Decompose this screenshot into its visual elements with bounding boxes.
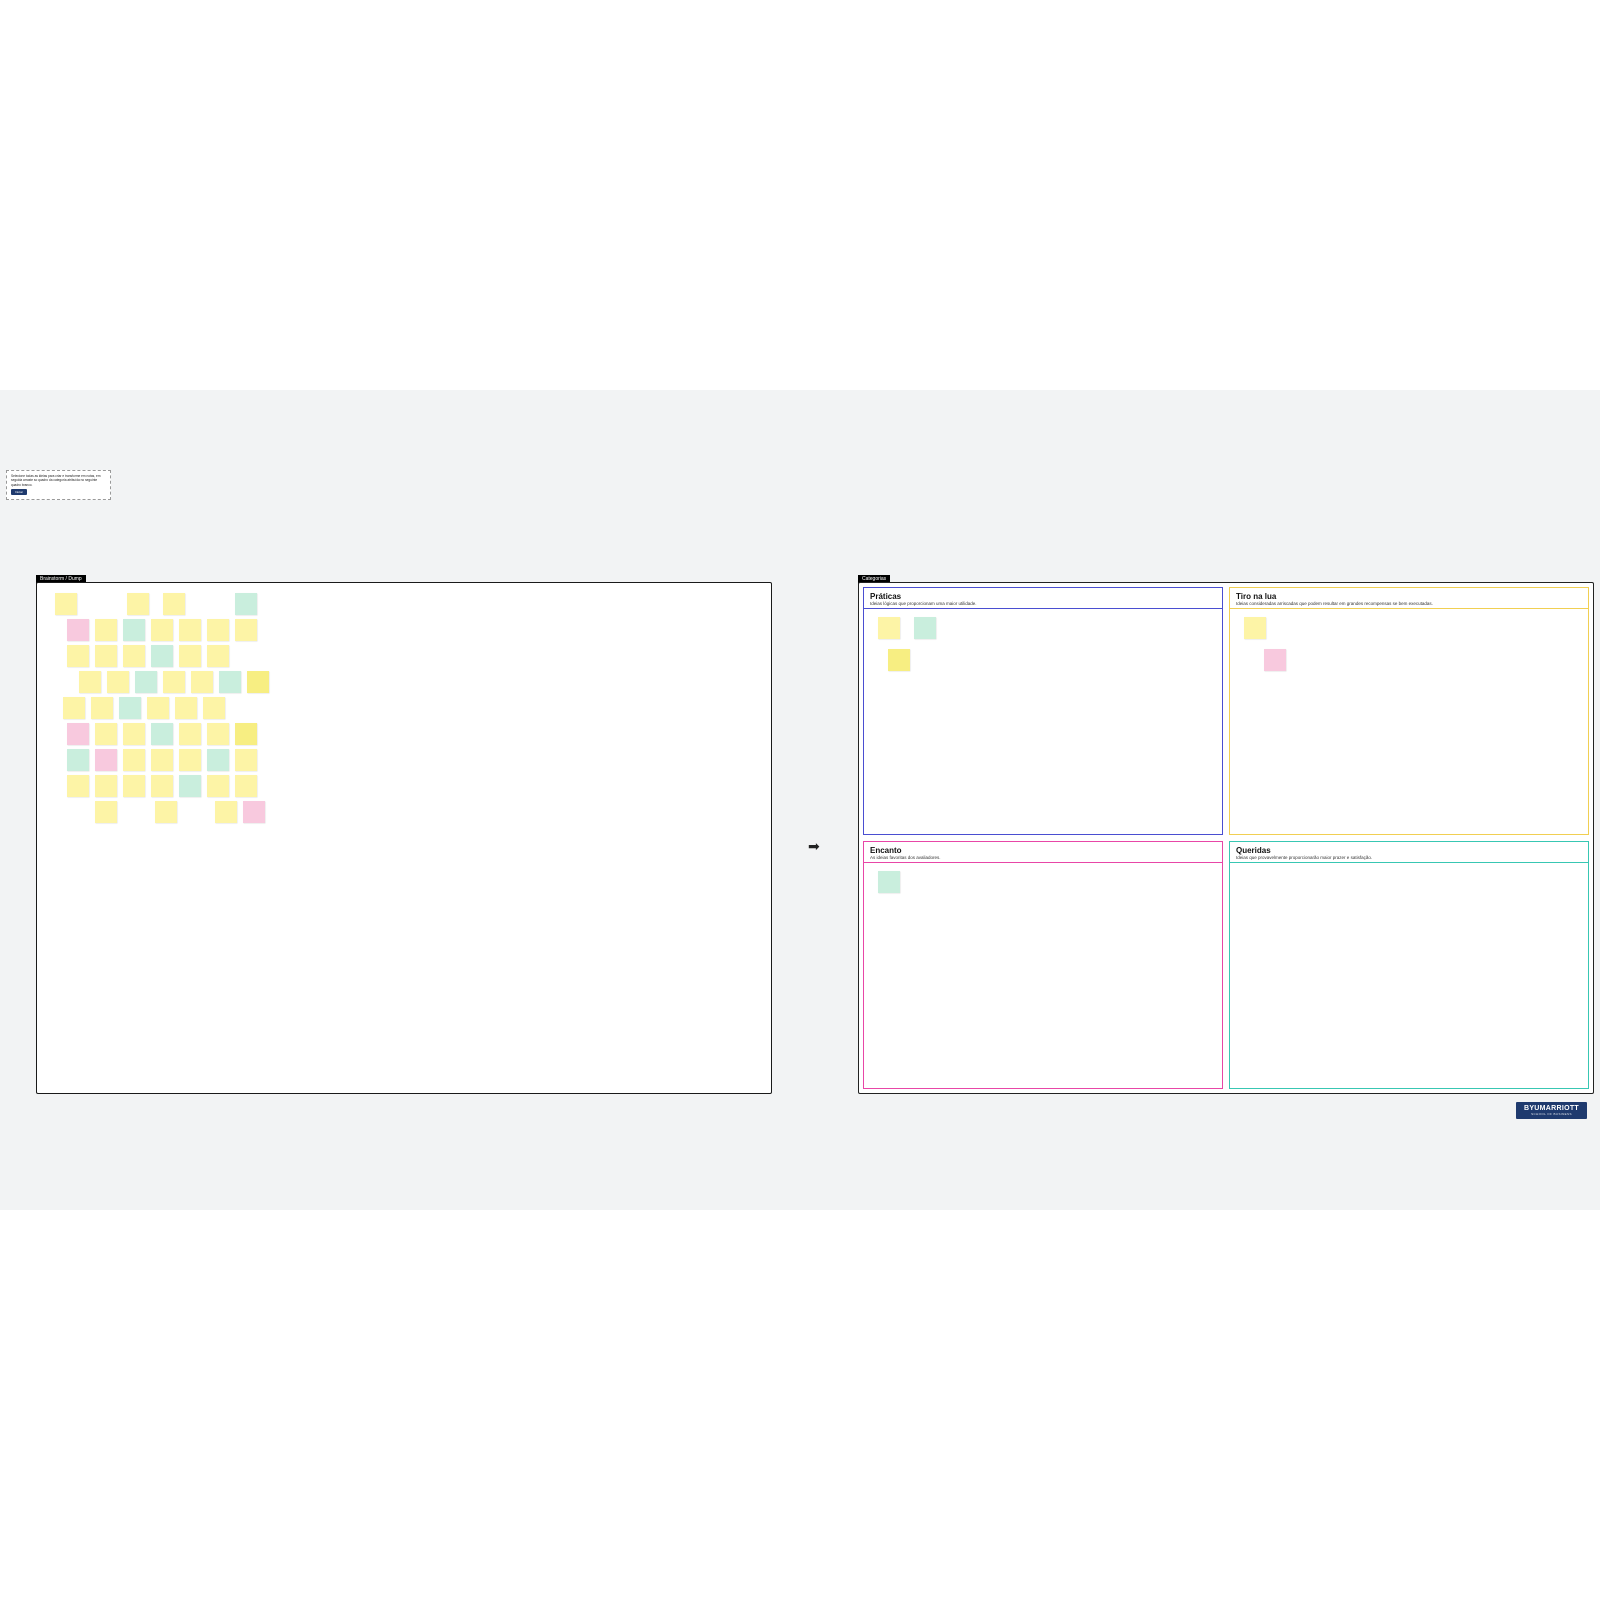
- sticky-note[interactable]: [235, 749, 257, 771]
- sticky-note[interactable]: [155, 801, 177, 823]
- brand-main: BYUMARRIOTT: [1524, 1105, 1579, 1112]
- brand-badge: BYUMARRIOTT SCHOOL OF BUSINESS: [1516, 1102, 1587, 1119]
- sticky-note[interactable]: [179, 645, 201, 667]
- sticky-note[interactable]: [163, 671, 185, 693]
- category-practical-subtitle: Ideias lógicas que proporcionam uma maio…: [870, 601, 1216, 606]
- sticky-note[interactable]: [55, 593, 77, 615]
- sticky-note[interactable]: [207, 723, 229, 745]
- sticky-note[interactable]: [123, 619, 145, 641]
- category-practical-title: Práticas: [870, 592, 1216, 601]
- category-darlings[interactable]: Queridas Ideias que provavelmente propor…: [1229, 841, 1589, 1089]
- arrow-icon: ➡: [808, 838, 820, 855]
- sticky-note[interactable]: [67, 749, 89, 771]
- sticky-note[interactable]: [151, 775, 173, 797]
- sticky-note[interactable]: [175, 697, 197, 719]
- sticky-note[interactable]: [95, 723, 117, 745]
- category-delight[interactable]: Encanto As ideias favoritas dos avaliado…: [863, 841, 1223, 1089]
- instruction-text: Selecione todas as ideias para criar e t…: [11, 474, 106, 487]
- sticky-note[interactable]: [243, 801, 265, 823]
- sticky-note[interactable]: [179, 775, 201, 797]
- sticky-note[interactable]: [219, 671, 241, 693]
- sticky-note[interactable]: [67, 645, 89, 667]
- sticky-note[interactable]: [151, 723, 173, 745]
- category-delight-body[interactable]: [864, 863, 1222, 1079]
- category-darlings-subtitle: Ideias que provavelmente proporcionarão …: [1236, 855, 1582, 860]
- sticky-note[interactable]: [91, 697, 113, 719]
- sticky-note[interactable]: [119, 697, 141, 719]
- sticky-note[interactable]: [67, 775, 89, 797]
- sticky-note[interactable]: [914, 617, 936, 639]
- sticky-note[interactable]: [203, 697, 225, 719]
- sticky-note[interactable]: [179, 723, 201, 745]
- sticky-note[interactable]: [163, 593, 185, 615]
- sticky-note[interactable]: [123, 645, 145, 667]
- sticky-note[interactable]: [95, 749, 117, 771]
- category-moonshot[interactable]: Tiro na lua Ideias consideradas arriscad…: [1229, 587, 1589, 835]
- sticky-note[interactable]: [147, 697, 169, 719]
- sticky-note[interactable]: [123, 749, 145, 771]
- sticky-note[interactable]: [179, 619, 201, 641]
- sticky-note[interactable]: [179, 749, 201, 771]
- sticky-note[interactable]: [215, 801, 237, 823]
- sticky-note[interactable]: [878, 871, 900, 893]
- instruction-start-button[interactable]: Iniciar: [11, 489, 27, 495]
- sticky-note[interactable]: [95, 775, 117, 797]
- category-darlings-title: Queridas: [1236, 846, 1582, 855]
- category-delight-subtitle: As ideias favoritas dos avaliadores.: [870, 855, 1216, 860]
- sticky-note[interactable]: [123, 723, 145, 745]
- sticky-note[interactable]: [1264, 649, 1286, 671]
- category-darlings-body[interactable]: [1230, 863, 1588, 1079]
- category-practical[interactable]: Práticas Ideias lógicas que proporcionam…: [863, 587, 1223, 835]
- sticky-note[interactable]: [67, 619, 89, 641]
- sticky-note[interactable]: [79, 671, 101, 693]
- sticky-note[interactable]: [207, 619, 229, 641]
- sticky-note[interactable]: [235, 723, 257, 745]
- categories-panel[interactable]: Práticas Ideias lógicas que proporcionam…: [858, 582, 1594, 1094]
- sticky-note[interactable]: [235, 775, 257, 797]
- sticky-note[interactable]: [95, 619, 117, 641]
- brand-sub: SCHOOL OF BUSINESS: [1524, 1112, 1579, 1116]
- sticky-note[interactable]: [151, 645, 173, 667]
- sticky-note[interactable]: [207, 775, 229, 797]
- category-practical-body[interactable]: [864, 609, 1222, 825]
- brainstorm-panel[interactable]: [36, 582, 772, 1094]
- category-moonshot-subtitle: Ideias consideradas arriscadas que podem…: [1236, 601, 1582, 606]
- sticky-note[interactable]: [127, 593, 149, 615]
- sticky-note[interactable]: [207, 645, 229, 667]
- instruction-note[interactable]: Selecione todas as ideias para criar e t…: [6, 470, 111, 500]
- sticky-note[interactable]: [247, 671, 269, 693]
- sticky-note[interactable]: [235, 619, 257, 641]
- sticky-note[interactable]: [888, 649, 910, 671]
- category-moonshot-body[interactable]: [1230, 609, 1588, 825]
- sticky-note[interactable]: [235, 593, 257, 615]
- sticky-note[interactable]: [63, 697, 85, 719]
- sticky-note[interactable]: [107, 671, 129, 693]
- category-delight-title: Encanto: [870, 846, 1216, 855]
- sticky-note[interactable]: [878, 617, 900, 639]
- category-moonshot-title: Tiro na lua: [1236, 592, 1582, 601]
- sticky-note[interactable]: [95, 801, 117, 823]
- sticky-note[interactable]: [191, 671, 213, 693]
- sticky-note[interactable]: [151, 749, 173, 771]
- sticky-note[interactable]: [67, 723, 89, 745]
- sticky-note[interactable]: [1244, 617, 1266, 639]
- sticky-note[interactable]: [123, 775, 145, 797]
- sticky-note[interactable]: [151, 619, 173, 641]
- sticky-note[interactable]: [207, 749, 229, 771]
- sticky-note[interactable]: [95, 645, 117, 667]
- whiteboard-canvas[interactable]: Selecione todas as ideias para criar e t…: [0, 390, 1600, 1210]
- sticky-note[interactable]: [135, 671, 157, 693]
